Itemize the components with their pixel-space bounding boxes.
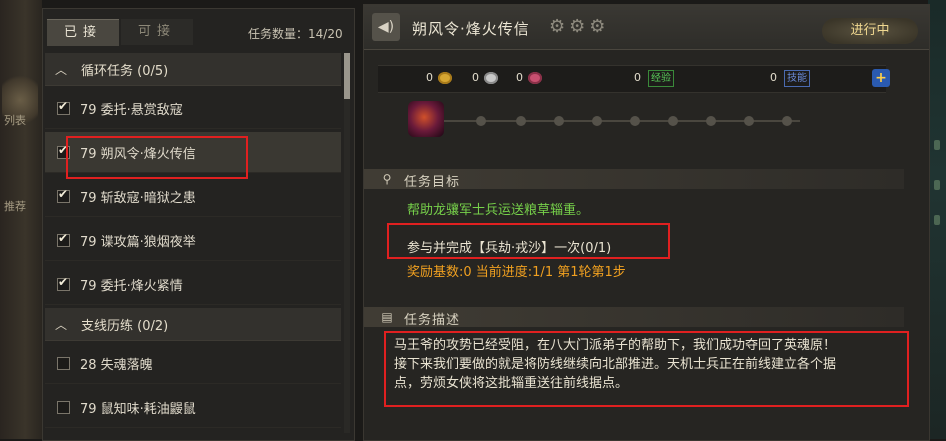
quest-label: 79 鼠知味·耗油鼹鼠 [80,401,196,417]
quest-tabs: 已接 可接 [47,19,193,46]
side-recommend-label[interactable]: 推荐 [4,198,26,214]
progress-node [554,116,564,126]
edge-marker-icon [934,215,940,225]
quest-track-checkbox[interactable] [57,99,70,115]
silver-coin-icon [484,72,498,84]
desc-header: 任务描述 [404,313,461,328]
edge-marker-icon [934,140,940,150]
progress-node [476,116,486,126]
list-item[interactable]: 79 委托·烽火紧情 [45,264,341,305]
side-panel-strip: 列表 推荐 [0,0,42,439]
right-edge-strip [928,0,946,439]
progress-node [516,116,526,126]
task-count: 任务数量：14/20 [248,27,343,41]
list-item[interactable]: 79 鼠知味·耗油鼹鼠 [45,387,341,428]
skill-value: 0 [770,71,777,84]
list-item[interactable]: 79 委托·悬赏敌寇 [45,88,341,129]
quest-reward-item-icon[interactable] [408,101,444,137]
highlight-description [384,331,909,407]
chevron-up-icon: ︿ [55,317,68,332]
quest-track-checkbox[interactable] [57,275,70,291]
gear-icon: ⚙ [589,16,606,37]
scrollbar-thumb[interactable] [344,53,350,99]
difficulty-gears: ⚙ ⚙ ⚙ [549,17,605,37]
rewards-bar: 0 0 0 0 经验 0 技能 + [378,65,890,93]
gold-coin-icon [438,72,452,84]
highlight-selected-quest [66,136,248,179]
side-list-label[interactable]: 列表 [4,112,26,128]
quest-label: 79 斩敌寇·暗狱之患 [80,190,196,206]
skill-label: 技能 [784,70,810,87]
quest-track-checkbox[interactable] [57,231,70,247]
gear-icon: ⚙ [569,16,586,37]
tab-accepted[interactable]: 已接 [47,19,119,46]
quest-list-scrollbar[interactable] [344,53,350,433]
quest-track-checkbox[interactable] [57,187,70,203]
quest-list-panel: 已接 可接 任务数量：14/20 ︿ 循环任务 (0/5) 79 委托·悬赏敌寇… [42,8,355,441]
quest-label: 79 谍攻篇·狼烟夜举 [80,234,196,250]
progress-node [592,116,602,126]
exp-value: 0 [634,71,641,84]
quest-track-checkbox[interactable] [57,356,70,370]
highlight-objective [387,223,670,259]
detail-header: ◀) 朔风令·烽火传信 ⚙ ⚙ ⚙ 进行中 [364,5,929,50]
gear-icon: ⚙ [549,16,566,37]
goal-description: 帮助龙骧军士兵运送粮草辎重。 [407,203,590,218]
goal-progress: 奖励基数:0 当前进度:1/1 第1轮第1步 [407,265,626,280]
desc-section-header: ▤ 任务描述 [364,307,904,328]
group-title: 支线历练 (0/2) [81,318,169,334]
quest-list: ︿ 循环任务 (0/5) 79 委托·悬赏敌寇 79 朔风令·烽火传信 79 斩… [45,53,341,431]
quest-label: 79 委托·悬赏敌寇 [80,102,183,118]
list-item[interactable]: 79 斩敌寇·暗狱之患 [45,176,341,217]
progress-node [782,116,792,126]
speaker-icon[interactable]: ◀) [372,13,400,41]
quest-label: 79 委托·烽火紧情 [80,278,183,294]
pink-coin-icon [528,72,542,84]
edge-marker-icon [934,180,940,190]
progress-node [706,116,716,126]
group-loop-quests[interactable]: ︿ 循环任务 (0/5) [45,53,341,86]
gold-value: 0 [426,71,433,84]
pink-value: 0 [516,71,523,84]
goal-header: 任务目标 [404,175,461,190]
list-item[interactable]: 79 谍攻篇·狼烟夜举 [45,220,341,261]
status-in-progress-button[interactable]: 进行中 [822,18,918,44]
group-side-quests[interactable]: ︿ 支线历练 (0/2) [45,308,341,341]
quest-detail-panel: ◀) 朔风令·烽火传信 ⚙ ⚙ ⚙ 进行中 0 0 0 0 经验 0 技能 + … [363,4,930,441]
scroll-icon: ▤ [381,310,393,324]
progress-node [668,116,678,126]
exp-label: 经验 [648,70,674,87]
location-pin-icon: ⚲ [382,172,392,186]
progress-track [410,120,800,122]
tab-available[interactable]: 可接 [121,19,193,45]
list-item[interactable]: 28 失魂落魄 [45,343,341,384]
silver-value: 0 [472,71,479,84]
goal-section-header: ⚲ 任务目标 [364,169,904,190]
quest-title: 朔风令·烽火传信 [412,20,530,38]
progress-node [630,116,640,126]
quest-track-checkbox[interactable] [57,400,70,414]
group-title: 循环任务 (0/5) [81,63,169,79]
quest-label: 28 失魂落魄 [80,357,153,373]
chevron-up-icon: ︿ [55,62,68,77]
progress-node [744,116,754,126]
bonus-plus-icon[interactable]: + [872,69,890,87]
